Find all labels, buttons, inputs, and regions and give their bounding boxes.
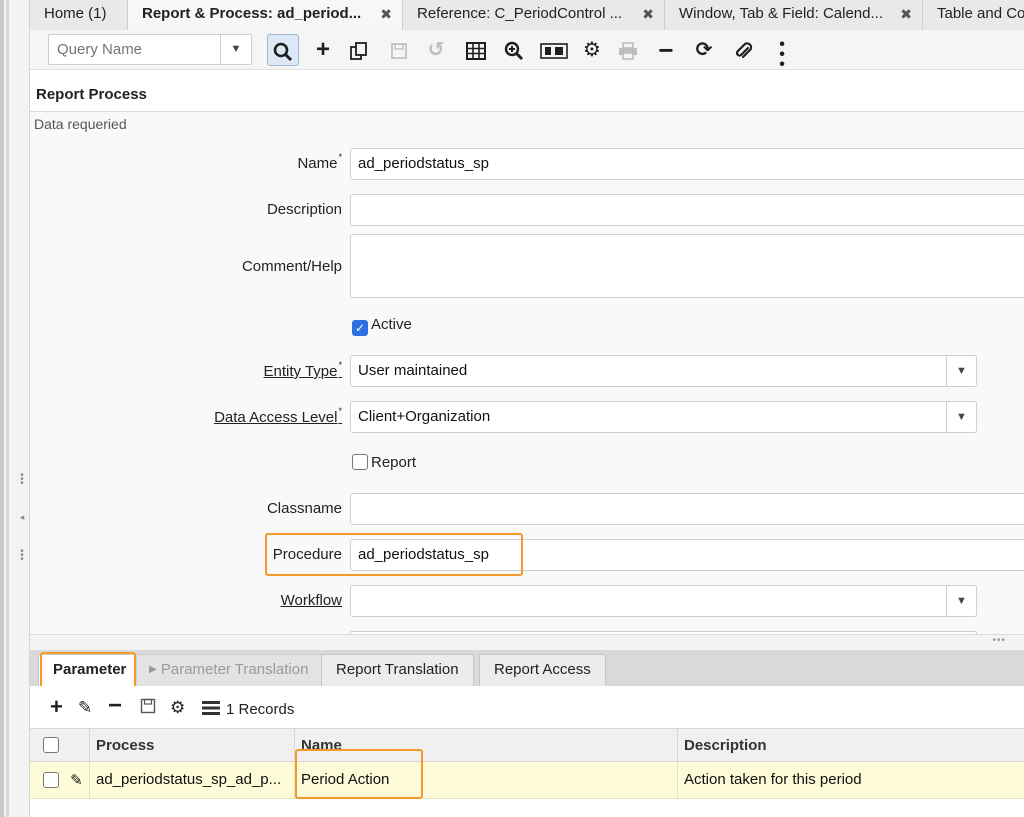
description-label: Description [266,201,342,218]
panel-splitter[interactable]: ••• [30,634,1024,650]
rail-bar [6,0,9,817]
search-icon[interactable] [267,34,299,66]
save-icon[interactable] [140,698,156,719]
edit-icon[interactable]: ✎ [78,698,92,718]
left-rail: • • • ◂ • • • [0,0,30,817]
chevron-down-icon[interactable]: ▼ [946,402,976,432]
tab-label: Home (1) [44,5,107,22]
grip-icon[interactable]: • • • [18,471,26,489]
process-icon[interactable]: ⚙ [170,698,185,718]
entity-type-select[interactable]: User maintained ▼ [350,355,977,387]
row-select-cell: ✎ [30,762,90,798]
splitter-grip-icon[interactable]: ••• [992,635,1006,646]
tab-window-tab-field[interactable]: Window, Tab & Field: Calend... ✖ [665,0,923,30]
collapse-left-icon[interactable]: ◂ [18,512,26,522]
entity-type-value: User maintained [358,362,468,379]
data-access-level-select[interactable]: Client+Organization ▼ [350,401,977,433]
row-checkbox[interactable] [43,772,59,788]
detail-tab-bar: Parameter ▶ Parameter Translation Report… [30,650,1024,686]
workflow-label[interactable]: Workflow [281,592,342,609]
record-count: 1 Records [226,701,295,718]
delete-icon[interactable]: − [650,34,682,66]
procedure-field[interactable]: ad_periodstatus_sp [350,539,1024,571]
description-field[interactable] [350,194,1024,226]
tab-label: Reference: C_PeriodControl ... [417,5,623,22]
edit-row-icon[interactable]: ✎ [70,772,83,789]
delete-icon[interactable]: − [108,692,122,720]
refresh-icon[interactable]: ⟳ [688,34,720,66]
report-checkbox-row[interactable]: Report [352,454,416,471]
active-checkbox-row[interactable]: ✓ Active [352,316,412,336]
close-icon[interactable]: ✖ [642,0,654,28]
cell-name[interactable]: Period Action [295,762,678,798]
query-name-input[interactable] [49,35,221,64]
tab-label: Report & Process: ad_period... [142,5,362,22]
tab-label: Parameter Translation [160,661,309,678]
tab-home[interactable]: Home (1) [30,0,128,30]
comment-help-field[interactable] [350,234,1024,298]
tab-label: Table and Co [937,5,1024,22]
tab-parameter-translation[interactable]: ▶ Parameter Translation [136,654,324,686]
column-header-description[interactable]: Description [678,729,1024,761]
workflow-select[interactable]: ▼ [350,585,977,617]
tab-report-access[interactable]: Report Access [479,654,606,686]
rail-bar [0,0,4,817]
column-header-process[interactable]: Process [90,729,295,761]
data-access-level-value: Client+Organization [358,408,491,425]
classname-label: Classname [266,500,342,517]
print-icon[interactable] [612,34,644,66]
main-window: Home (1) Report & Process: ad_period... … [30,0,1024,817]
grip-icon[interactable]: • • • [18,547,26,565]
close-icon[interactable]: ✖ [380,0,392,28]
select-all-checkbox[interactable] [43,737,59,753]
checkbox-checked-icon[interactable]: ✓ [352,320,368,336]
procedure-label: Procedure [272,546,342,563]
save-icon[interactable] [383,34,415,66]
table-row[interactable]: ✎ ad_periodstatus_sp_ad_p... Period Acti… [30,762,1024,799]
grid-toolbar: + ✎ − ⚙ 1 Records [30,686,1024,730]
name-field[interactable]: ad_periodstatus_sp [350,148,1024,180]
select-all-cell [30,729,90,761]
report-icon[interactable] [538,34,570,66]
active-label: Active [371,316,412,333]
grid-footer [30,799,1024,817]
undo-icon[interactable]: ↺ [420,34,452,66]
copy-icon[interactable] [343,34,375,66]
column-header-name[interactable]: Name [295,729,678,761]
tab-reference[interactable]: Reference: C_PeriodControl ... ✖ [403,0,665,30]
checkbox-unchecked-icon[interactable] [352,454,368,470]
report-label: Report [371,454,417,471]
page-title: Report Process [36,86,147,103]
new-icon[interactable]: + [307,34,339,66]
tab-label: Window, Tab & Field: Calend... [679,5,883,22]
query-name-combo[interactable]: ▼ [48,34,252,65]
status-message: Data requeried [34,116,127,132]
tab-table-and-column[interactable]: Table and Co [923,0,1024,30]
grid-header: Process Name Description [30,728,1024,762]
cell-process[interactable]: ad_periodstatus_sp_ad_p... [90,762,295,798]
comment-help-label: Comment/Help [241,258,342,275]
tab-parameter[interactable]: Parameter [38,654,142,686]
attachment-icon[interactable] [728,34,760,66]
add-icon[interactable]: + [50,694,63,720]
process-icon[interactable]: ⚙ [576,34,608,66]
classname-field[interactable] [350,493,1024,525]
list-icon[interactable] [202,700,220,720]
close-icon[interactable]: ✖ [900,0,912,28]
cell-description[interactable]: Action taken for this period [678,762,1024,798]
grid-toggle-icon[interactable] [460,34,492,66]
data-access-level-label[interactable]: Data Access Level* [214,406,342,426]
entity-type-label[interactable]: Entity Type* [264,360,342,380]
name-label: Name* [297,152,342,172]
chevron-right-icon: ▶ [149,664,157,675]
chevron-down-icon[interactable]: ▼ [946,586,976,616]
chevron-down-icon[interactable]: ▼ [220,35,251,64]
window-tab-bar: Home (1) Report & Process: ad_period... … [30,0,1024,30]
toolbar: ▼ + ↺ ⚙ − ⟳ ••• [30,30,1024,73]
tab-report-process[interactable]: Report & Process: ad_period... ✖ [128,0,403,30]
zoom-icon[interactable] [498,34,530,66]
chevron-down-icon[interactable]: ▼ [946,356,976,386]
more-icon[interactable]: • • • [766,34,798,73]
tab-report-translation[interactable]: Report Translation [321,654,474,686]
